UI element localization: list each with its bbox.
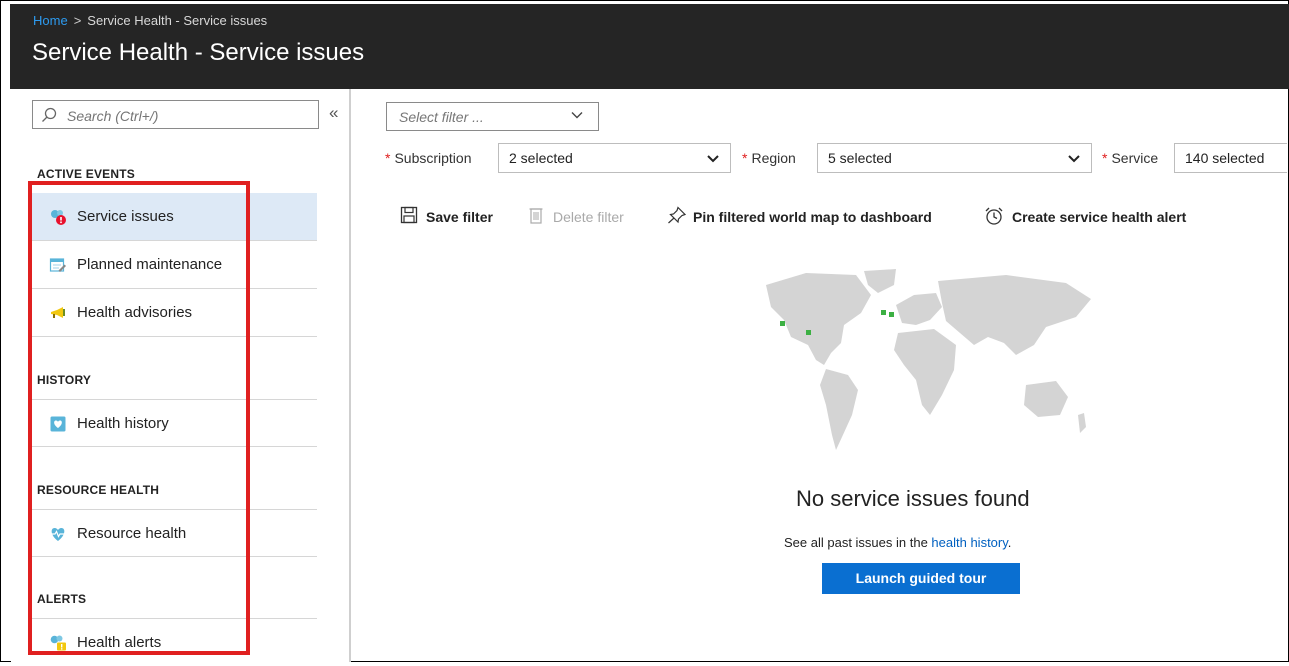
sidebar-item-health-alerts[interactable]: Health alerts: [30, 618, 317, 666]
region-label-text: Region: [751, 150, 796, 166]
sidebar-item-label: Health alerts: [77, 634, 162, 651]
region-value: 5 selected: [828, 150, 892, 166]
chevron-down-icon: [1068, 155, 1080, 163]
save-filter-label: Save filter: [426, 209, 493, 225]
page-title: Service Health - Service issues: [32, 39, 365, 66]
empty-state-subtitle-prefix: See all past issues in the: [784, 535, 932, 550]
search-icon: [42, 107, 57, 122]
search-input[interactable]: [65, 105, 309, 127]
sidebar-item-service-issues[interactable]: Service issues: [30, 193, 317, 241]
subscription-dropdown[interactable]: 2 selected: [498, 143, 731, 173]
sidebar-item-planned-maintenance[interactable]: Planned maintenance: [30, 241, 317, 289]
empty-state-subtitle-suffix: .: [1007, 535, 1012, 550]
sidebar-item-resource-health[interactable]: Resource health: [30, 509, 317, 557]
section-heading-active-events: ACTIVE EVENTS: [37, 167, 135, 181]
breadcrumb-separator: >: [73, 13, 82, 28]
delete-filter-label: Delete filter: [553, 209, 624, 225]
service-dropdown[interactable]: 140 selected: [1174, 143, 1287, 173]
service-value: 140 selected: [1185, 150, 1265, 166]
sidebar-item-label: Service issues: [77, 208, 174, 225]
select-filter-dropdown[interactable]: Select filter ...: [386, 102, 599, 131]
breadcrumb: Home > Service Health - Service issues: [33, 13, 267, 28]
service-label-text: Service: [1111, 150, 1159, 166]
subscription-value: 2 selected: [509, 150, 573, 166]
collapse-sidebar-button[interactable]: «: [329, 103, 338, 123]
empty-state-subtitle: See all past issues in the health histor…: [784, 535, 1011, 550]
required-marker: *: [385, 150, 391, 166]
resource-health-icon: [51, 528, 65, 541]
subscription-label-text: Subscription: [394, 150, 472, 166]
trash-icon: [529, 208, 543, 224]
section-heading-alerts: ALERTS: [37, 592, 87, 606]
world-map: [766, 269, 1091, 450]
map-marker: [780, 321, 785, 326]
region-dropdown[interactable]: 5 selected: [817, 143, 1092, 173]
sidebar-item-health-advisories[interactable]: Health advisories: [30, 289, 317, 337]
required-marker: *: [742, 150, 748, 166]
pin-icon: [668, 206, 687, 224]
pin-label: Pin filtered world map to dashboard: [693, 209, 932, 225]
create-alert-label: Create service health alert: [1012, 209, 1187, 225]
sidebar-item-label: Health history: [77, 415, 169, 432]
alarm-clock-icon: [985, 207, 1003, 225]
save-icon: [400, 206, 418, 224]
map-marker: [806, 330, 811, 335]
main-content: Select filter ... * Subscription 2 select…: [351, 89, 1289, 662]
service-issues-icon: [51, 210, 66, 225]
planned-maintenance-icon: [49, 258, 66, 272]
region-label: * Region: [742, 150, 796, 166]
section-heading-resource-health: RESOURCE HEALTH: [37, 483, 160, 497]
health-history-icon: [50, 416, 66, 432]
map-marker: [881, 310, 886, 315]
required-marker: *: [1102, 150, 1108, 166]
health-history-link[interactable]: health history: [931, 535, 1007, 550]
health-alerts-icon: [50, 635, 66, 651]
map-marker: [889, 312, 894, 317]
select-filter-placeholder: Select filter ...: [399, 109, 484, 125]
launch-guided-tour-button[interactable]: Launch guided tour: [822, 563, 1020, 594]
sidebar-item-label: Health advisories: [77, 304, 193, 321]
sidebar-item-label: Planned maintenance: [77, 256, 223, 273]
section-heading-history: HISTORY: [37, 373, 92, 387]
empty-state-title: No service issues found: [796, 486, 1030, 511]
sidebar-item-health-history[interactable]: Health history: [30, 399, 317, 447]
chevron-down-icon: [707, 155, 719, 163]
service-label: * Service: [1102, 150, 1158, 166]
health-advisories-icon: [51, 307, 65, 318]
breadcrumb-current: Service Health - Service issues: [87, 13, 268, 28]
search-box[interactable]: [32, 100, 319, 129]
chevron-down-icon: [571, 112, 583, 119]
sidebar-item-label: Resource health: [77, 525, 187, 542]
page-header: Home > Service Health - Service issues Ser…: [10, 4, 1289, 89]
breadcrumb-home-link[interactable]: Home: [33, 13, 68, 28]
subscription-label: * Subscription: [385, 150, 472, 166]
sidebar: « ACTIVE EVENTS Service issues Planned m…: [11, 89, 349, 662]
